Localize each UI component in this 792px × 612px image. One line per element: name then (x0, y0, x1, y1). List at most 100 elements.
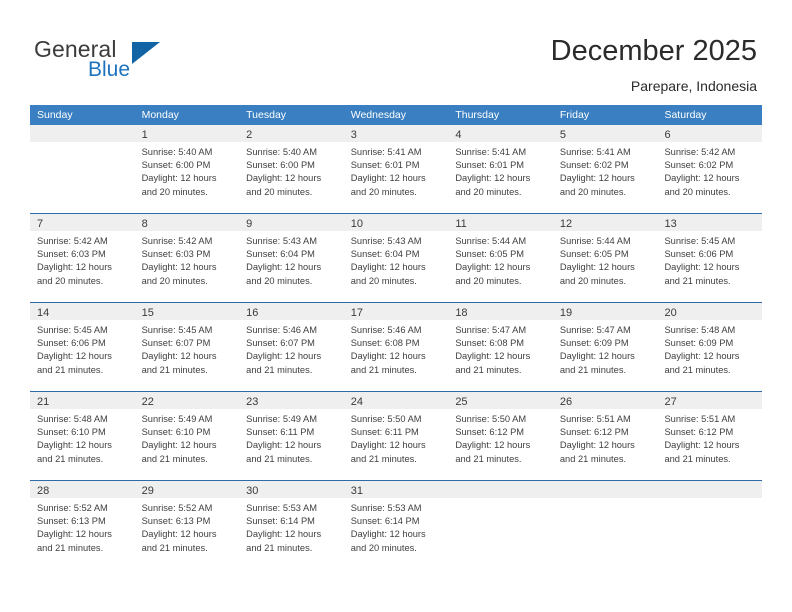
logo-blue-text: Blue (88, 58, 131, 81)
day-cell-2[interactable]: 2 Sunrise: 5:40 AM Sunset: 6:00 PM Daylight… (239, 125, 344, 213)
day-cell-25[interactable]: 25 Sunrise: 5:50 AM Sunset: 6:12 PM Dayligh… (448, 392, 553, 480)
day-cell-21[interactable]: 21 Sunrise: 5:48 AM Sunset: 6:10 PM Dayligh… (30, 392, 135, 480)
sun-info-line: and 20 minutes. (141, 186, 208, 197)
day-cell-16[interactable]: 16 Sunrise: 5:46 AM Sunset: 6:07 PM Dayligh… (239, 303, 344, 391)
day-cell-9[interactable]: 9 Sunrise: 5:43 AM Sunset: 6:04 PM Daylight… (239, 214, 344, 302)
sun-info-line: Sunrise: 5:49 AM (246, 414, 317, 424)
weekday-header-wednesday: Wednesday (350, 109, 406, 121)
weekday-header-thursday: Thursday (455, 109, 500, 121)
sun-info-line: Sunset: 6:05 PM (455, 249, 525, 260)
day-cell-11[interactable]: 11 Sunrise: 5:44 AM Sunset: 6:05 PM Dayligh… (448, 214, 553, 302)
sun-info-line: Sunrise: 5:41 AM (350, 147, 422, 157)
sun-info-line: Daylight: 12 hours (37, 351, 112, 362)
sun-info-line: Sunrise: 5:42 AM (37, 236, 108, 246)
sun-info-line: Sunset: 6:14 PM (350, 516, 420, 527)
day-cell-7[interactable]: 7 Sunrise: 5:42 AM Sunset: 6:03 PM Daylight… (30, 214, 135, 302)
triangle-icon (132, 42, 160, 64)
day-number-band: 14 (30, 303, 135, 320)
sun-info-line: Sunrise: 5:41 AM (455, 147, 527, 157)
sun-info-line: and 21 minutes. (37, 542, 104, 553)
sun-info-line: Daylight: 12 hours (559, 262, 635, 273)
sun-info-line: Daylight: 12 hours (37, 529, 112, 540)
day-number: 24 (350, 396, 363, 408)
day-cell-17[interactable]: 17 Sunrise: 5:46 AM Sunset: 6:08 PM Dayligh… (343, 303, 449, 391)
sun-info-line: Sunset: 6:11 PM (350, 427, 419, 438)
day-cell-24[interactable]: 24 Sunrise: 5:50 AM Sunset: 6:11 PM Dayligh… (343, 392, 449, 480)
day-cell-12[interactable]: 12 Sunrise: 5:44 AM Sunset: 6:05 PM Dayligh… (552, 214, 658, 302)
day-number-band: 6 (657, 125, 763, 142)
day-cell-5[interactable]: 5 Sunrise: 5:41 AM Sunset: 6:02 PM Daylight… (552, 125, 658, 213)
day-number: 15 (141, 307, 154, 319)
day-cell-18[interactable]: 18 Sunrise: 5:47 AM Sunset: 6:08 PM Dayligh… (448, 303, 553, 391)
day-number-band (448, 481, 553, 498)
day-cell-body: Sunrise: 5:46 AM Sunset: 6:08 PM Daylight:… (344, 320, 449, 377)
day-number-band: 29 (134, 481, 240, 498)
day-number-band (657, 481, 763, 498)
day-cell-29[interactable]: 29 Sunrise: 5:52 AM Sunset: 6:13 PM Dayligh… (134, 481, 240, 571)
sun-info-line: Daylight: 12 hours (141, 529, 217, 540)
day-cell-body: Sunrise: 5:49 AM Sunset: 6:10 PM Daylight:… (135, 409, 240, 466)
day-cell-28[interactable]: 28 Sunrise: 5:52 AM Sunset: 6:13 PM Dayligh… (30, 481, 135, 571)
sun-info-line: Sunrise: 5:42 AM (664, 147, 736, 157)
page-title: December 2025 (550, 35, 757, 67)
sun-info-line: and 21 minutes. (37, 453, 104, 464)
sun-info-line: Daylight: 12 hours (455, 262, 531, 273)
day-cell-20[interactable]: 20 Sunrise: 5:48 AM Sunset: 6:09 PM Dayligh… (657, 303, 763, 391)
day-cell-14[interactable]: 14 Sunrise: 5:45 AM Sunset: 6:06 PM Dayligh… (30, 303, 135, 391)
day-number-band: 22 (134, 392, 240, 409)
sun-info-line: Sunset: 6:01 PM (455, 160, 525, 171)
day-number-band: 18 (448, 303, 553, 320)
sun-info-line: and 20 minutes. (559, 186, 627, 197)
day-cell-26[interactable]: 26 Sunrise: 5:51 AM Sunset: 6:12 PM Dayligh… (552, 392, 658, 480)
sun-info-line: Daylight: 12 hours (141, 262, 217, 273)
sun-info-line: Sunset: 6:09 PM (559, 338, 629, 349)
day-number-band (30, 125, 135, 142)
day-cell-4[interactable]: 4 Sunrise: 5:41 AM Sunset: 6:01 PM Daylight… (448, 125, 553, 213)
sun-info-line: and 20 minutes. (350, 542, 417, 553)
sun-info-line: Sunset: 6:06 PM (664, 249, 734, 260)
day-cell-13[interactable]: 13 Sunrise: 5:45 AM Sunset: 6:06 PM Dayligh… (657, 214, 763, 302)
sun-info-line: Sunrise: 5:47 AM (559, 325, 631, 335)
sun-info-line: Sunset: 6:02 PM (664, 160, 734, 171)
sun-info-line: and 21 minutes. (141, 453, 208, 464)
day-cell-8[interactable]: 8 Sunrise: 5:42 AM Sunset: 6:03 PM Daylight… (134, 214, 240, 302)
day-cell-10[interactable]: 10 Sunrise: 5:43 AM Sunset: 6:04 PM Dayligh… (343, 214, 449, 302)
day-cell-27[interactable]: 27 Sunrise: 5:51 AM Sunset: 6:12 PM Dayligh… (657, 392, 763, 480)
day-cell-body: Sunrise: 5:41 AM Sunset: 6:02 PM Daylight:… (553, 142, 658, 199)
day-number: 3 (350, 129, 357, 141)
day-cell-23[interactable]: 23 Sunrise: 5:49 AM Sunset: 6:11 PM Dayligh… (239, 392, 344, 480)
sun-info-line: and 21 minutes. (141, 542, 208, 553)
day-cell-1[interactable]: 1 Sunrise: 5:40 AM Sunset: 6:00 PM Daylight… (134, 125, 240, 213)
day-number-band: 12 (552, 214, 658, 231)
day-number: 1 (141, 129, 148, 141)
calendar-grid: Sunday Monday Tuesday Wednesday Thursday Frid… (30, 105, 763, 571)
day-cell-body: Sunrise: 5:50 AM Sunset: 6:11 PM Daylight:… (344, 409, 449, 466)
day-cell-empty (448, 481, 553, 571)
day-number-band (552, 481, 658, 498)
sun-info-line: Sunset: 6:05 PM (559, 249, 629, 260)
sun-info-line: Sunset: 6:03 PM (141, 249, 211, 260)
sun-info-line: Sunset: 6:04 PM (246, 249, 315, 260)
sun-info-line: and 20 minutes. (350, 186, 417, 197)
sun-info-line: Daylight: 12 hours (37, 440, 112, 451)
day-cell-6[interactable]: 6 Sunrise: 5:42 AM Sunset: 6:02 PM Daylight… (657, 125, 763, 213)
sun-info-line: Sunrise: 5:53 AM (246, 503, 317, 513)
day-cell-19[interactable]: 19 Sunrise: 5:47 AM Sunset: 6:09 PM Dayligh… (552, 303, 658, 391)
day-cell-15[interactable]: 15 Sunrise: 5:45 AM Sunset: 6:07 PM Dayligh… (134, 303, 240, 391)
day-cell-3[interactable]: 3 Sunrise: 5:41 AM Sunset: 6:01 PM Daylight… (343, 125, 449, 213)
day-number-band: 5 (552, 125, 658, 142)
weekday-header-row: Sunday Monday Tuesday Wednesday Thursday Frid… (30, 105, 762, 125)
day-cell-22[interactable]: 22 Sunrise: 5:49 AM Sunset: 6:10 PM Dayligh… (134, 392, 240, 480)
sun-info-line: Daylight: 12 hours (246, 173, 322, 184)
sun-info-line: Daylight: 12 hours (559, 351, 635, 362)
day-cell-empty (657, 481, 763, 571)
week-row: 7 Sunrise: 5:42 AM Sunset: 6:03 PM Daylight… (30, 214, 763, 303)
logo[interactable]: General Blue (34, 36, 254, 92)
sun-info-line: Sunset: 6:12 PM (559, 427, 629, 438)
day-cell-body: Sunrise: 5:47 AM Sunset: 6:09 PM Daylight:… (553, 320, 658, 377)
sun-info-line: Sunrise: 5:41 AM (559, 147, 631, 157)
sun-info-line: Sunset: 6:07 PM (246, 338, 315, 349)
day-cell-30[interactable]: 30 Sunrise: 5:53 AM Sunset: 6:14 PM Dayligh… (239, 481, 344, 571)
sun-info-line: Sunset: 6:10 PM (37, 427, 106, 438)
day-cell-31[interactable]: 31 Sunrise: 5:53 AM Sunset: 6:14 PM Dayligh… (343, 481, 449, 571)
